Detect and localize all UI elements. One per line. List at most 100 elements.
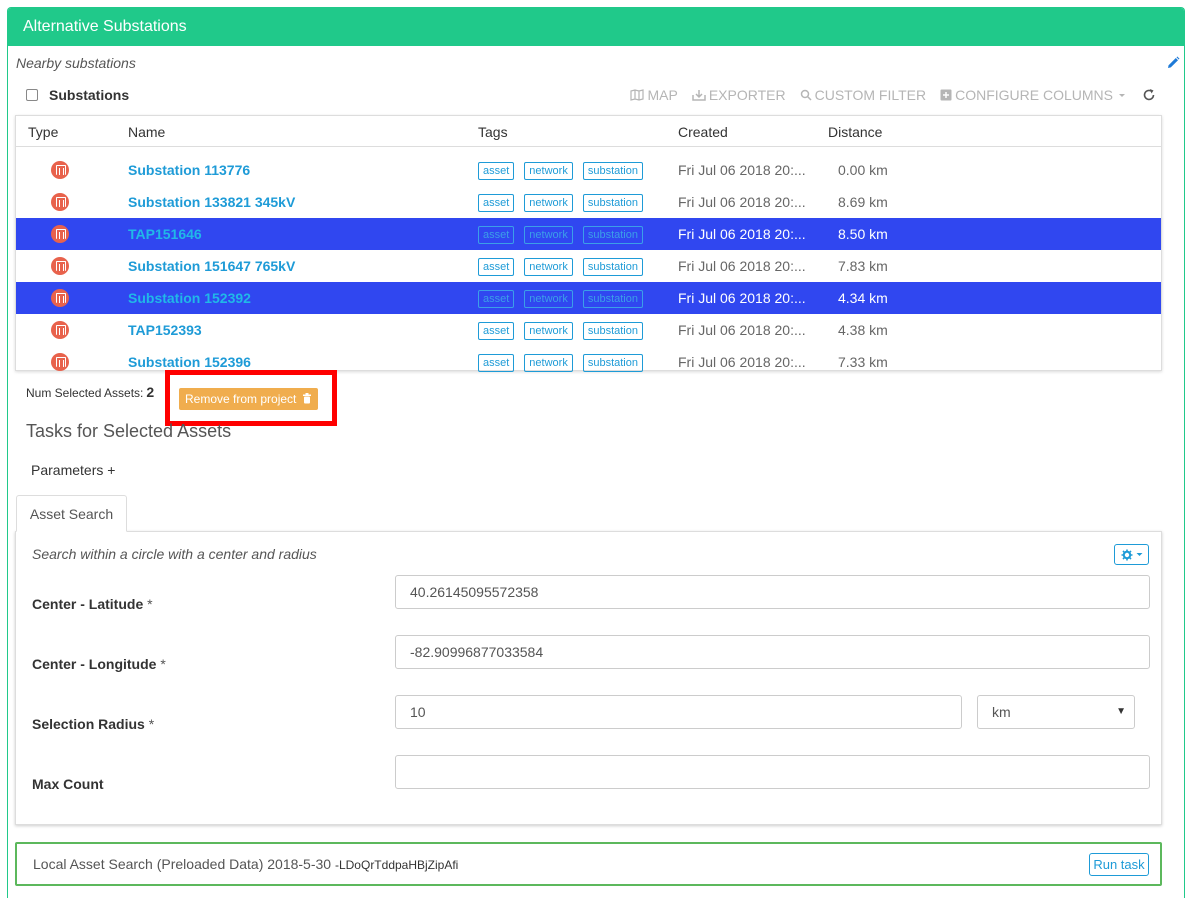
created-date: Fri Jul 06 2018 20:...	[678, 290, 806, 306]
custom-filter-button[interactable]: CUSTOM FILTER	[800, 87, 926, 103]
table-row[interactable]: Substation 113776 asset network substati…	[16, 154, 1161, 186]
required-mark: *	[147, 596, 153, 612]
table-row[interactable]: Substation 133821 345kV asset network su…	[16, 186, 1161, 218]
export-icon	[692, 90, 706, 101]
substation-icon	[51, 225, 69, 243]
radius-label: Selection Radius *	[32, 716, 154, 732]
selected-count-label: Num Selected Assets:	[26, 386, 144, 400]
tag[interactable]: asset	[478, 258, 515, 276]
map-button[interactable]: MAP	[630, 87, 678, 103]
created-date: Fri Jul 06 2018 20:...	[678, 194, 806, 210]
list-toolbar: Substations MAP EXPORTER CUSTOM FILTER C…	[26, 86, 1156, 106]
asset-name-link[interactable]: Substation 152396	[128, 354, 251, 370]
tag[interactable]: substation	[582, 290, 643, 308]
table-row-selected[interactable]: Substation 152392 asset network substati…	[16, 282, 1161, 314]
radius-unit-select[interactable]: km ▼	[977, 695, 1135, 729]
table-row[interactable]: TAP152393 asset network substation Fri J…	[16, 314, 1161, 346]
created-date: Fri Jul 06 2018 20:...	[678, 322, 806, 338]
tag[interactable]: substation	[582, 354, 643, 372]
required-mark: *	[160, 656, 166, 672]
latitude-label-text: Center - Latitude	[32, 596, 144, 612]
tag[interactable]: substation	[582, 226, 643, 244]
tag[interactable]: substation	[582, 162, 643, 180]
longitude-label-text: Center - Longitude	[32, 656, 157, 672]
radius-unit-value: km	[992, 704, 1011, 720]
selected-count: Num Selected Assets: 2	[26, 384, 154, 400]
tag[interactable]: asset	[478, 226, 515, 244]
tag[interactable]: network	[524, 258, 573, 276]
map-icon	[630, 89, 645, 101]
select-caret-icon: ▼	[1116, 706, 1126, 717]
tag[interactable]: asset	[478, 162, 515, 180]
configure-columns-button[interactable]: CONFIGURE COLUMNS	[940, 87, 1128, 103]
parameters-toggle[interactable]: Parameters +	[31, 462, 115, 478]
remove-from-project-button[interactable]: Remove from project	[179, 388, 318, 410]
tag[interactable]: asset	[478, 354, 515, 372]
tag[interactable]: network	[524, 162, 573, 180]
substation-icon	[51, 257, 69, 275]
exporter-button[interactable]: EXPORTER	[692, 87, 786, 103]
tag[interactable]: network	[524, 354, 573, 372]
substation-icon	[51, 161, 69, 179]
column-header-type[interactable]: Type	[28, 124, 58, 140]
tag[interactable]: substation	[582, 194, 643, 212]
asset-name-link[interactable]: Substation 113776	[128, 162, 250, 178]
asset-name-link[interactable]: Substation 152392	[128, 290, 251, 306]
tag[interactable]: substation	[582, 258, 643, 276]
max-count-label-text: Max Count	[32, 776, 104, 792]
select-all-checkbox[interactable]	[26, 89, 38, 101]
table-header: Type Name Tags Created Distance	[16, 116, 1161, 147]
refresh-icon[interactable]	[1142, 88, 1156, 102]
tag-list: asset network substation	[478, 322, 643, 340]
radius-input[interactable]: 10	[395, 695, 962, 729]
asset-search-form: Search within a circle with a center and…	[15, 531, 1162, 825]
created-date: Fri Jul 06 2018 20:...	[678, 258, 806, 274]
tag-list: asset network substation	[478, 226, 643, 244]
distance-value: 7.33 km	[838, 354, 888, 370]
asset-name-link[interactable]: TAP151646	[128, 226, 202, 242]
latitude-label: Center - Latitude *	[32, 596, 153, 612]
tag[interactable]: network	[524, 226, 573, 244]
run-task-button[interactable]: Run task	[1089, 853, 1149, 876]
table-row-selected[interactable]: TAP151646 asset network substation Fri J…	[16, 218, 1161, 250]
max-count-label: Max Count	[32, 776, 104, 792]
column-header-tags[interactable]: Tags	[478, 124, 508, 140]
tag[interactable]: network	[524, 194, 573, 212]
distance-value: 8.50 km	[838, 226, 888, 242]
form-description: Search within a circle with a center and…	[32, 546, 317, 562]
tag-list: asset network substation	[478, 354, 643, 372]
column-header-name[interactable]: Name	[128, 124, 165, 140]
created-date: Fri Jul 06 2018 20:...	[678, 354, 806, 370]
created-date: Fri Jul 06 2018 20:...	[678, 162, 806, 178]
tag[interactable]: substation	[582, 322, 643, 340]
asset-name-link[interactable]: TAP152393	[128, 322, 202, 338]
tag[interactable]: asset	[478, 322, 515, 340]
pencil-icon[interactable]	[1166, 56, 1180, 70]
task-title-text: Local Asset Search (Preloaded Data) 2018…	[33, 856, 332, 872]
tag[interactable]: asset	[478, 290, 515, 308]
distance-value: 4.38 km	[838, 322, 888, 338]
table-row[interactable]: Substation 151647 765kV asset network su…	[16, 250, 1161, 282]
max-count-input[interactable]	[395, 755, 1150, 789]
tag[interactable]: network	[524, 290, 573, 308]
tasks-title: Tasks for Selected Assets	[26, 421, 232, 441]
tag-list: asset network substation	[478, 258, 643, 276]
column-header-created[interactable]: Created	[678, 124, 728, 140]
plus-square-icon	[940, 89, 952, 101]
tag-list: asset network substation	[478, 162, 643, 180]
settings-dropdown-button[interactable]	[1114, 544, 1149, 565]
tab-asset-search[interactable]: Asset Search	[16, 495, 127, 532]
trash-icon	[302, 393, 311, 404]
task-title: Local Asset Search (Preloaded Data) 2018…	[33, 856, 458, 872]
longitude-input[interactable]: -82.90996877033584	[395, 635, 1150, 669]
tag[interactable]: network	[524, 322, 573, 340]
latitude-input[interactable]: 40.26145095572358	[395, 575, 1150, 609]
asset-name-link[interactable]: Substation 151647 765kV	[128, 258, 295, 274]
panel-subtitle: Nearby substations	[16, 55, 136, 71]
tag[interactable]: asset	[478, 194, 515, 212]
asset-name-link[interactable]: Substation 133821 345kV	[128, 194, 295, 210]
local-asset-search-task: Local Asset Search (Preloaded Data) 2018…	[15, 842, 1162, 886]
distance-value: 0.00 km	[838, 162, 888, 178]
column-header-distance[interactable]: Distance	[828, 124, 882, 140]
list-title: Substations	[49, 87, 130, 103]
